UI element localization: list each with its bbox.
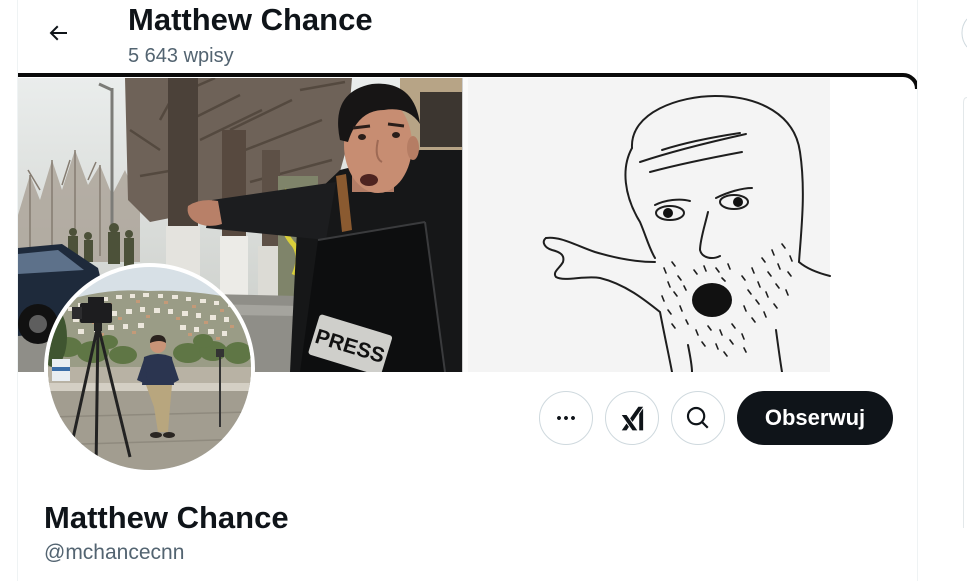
avatar-photo — [48, 267, 251, 470]
header-title: Matthew Chance — [128, 2, 373, 37]
profile-display-name: Matthew Chance — [44, 500, 289, 535]
more-icon — [557, 416, 575, 420]
back-button[interactable] — [36, 11, 80, 55]
profile-avatar[interactable] — [44, 263, 255, 474]
arrow-left-icon — [49, 25, 67, 41]
grok-icon — [621, 406, 643, 430]
search-button[interactable] — [671, 391, 725, 445]
more-button[interactable] — [539, 391, 593, 445]
header-post-count: 5 643 wpisy — [128, 45, 234, 67]
sidebar-search-box[interactable] — [958, 10, 967, 56]
sidebar-panel-edge — [963, 97, 967, 528]
profile-page: Matthew Chance 5 643 wpisy PRESS Obserwu… — [0, 0, 967, 581]
follow-button[interactable]: Obserwuj — [737, 391, 893, 445]
column-right-border — [917, 0, 918, 581]
search-icon — [686, 406, 709, 429]
profile-handle: @mchancecnn — [44, 541, 185, 564]
grok-button[interactable] — [605, 391, 659, 445]
